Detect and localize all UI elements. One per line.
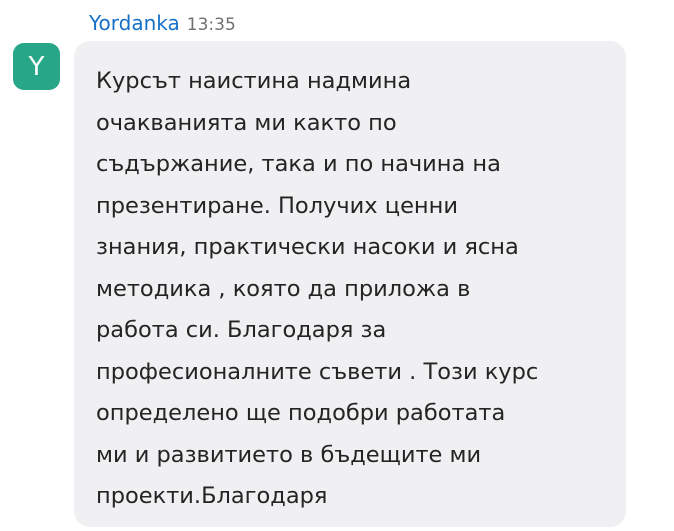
- message-timestamp: 13:35: [186, 15, 236, 35]
- sender-name[interactable]: Yordanka: [89, 8, 180, 38]
- avatar[interactable]: Y: [13, 43, 60, 90]
- avatar-initial: Y: [28, 51, 45, 82]
- chat-message: Yordanka 13:35 Y Курсът наистина надмина…: [0, 0, 674, 531]
- message-text: Курсът наистина надмина очакванията ми к…: [96, 68, 539, 509]
- message-header: Yordanka 13:35: [89, 8, 236, 38]
- message-bubble: Курсът наистина надмина очакванията ми к…: [74, 41, 626, 527]
